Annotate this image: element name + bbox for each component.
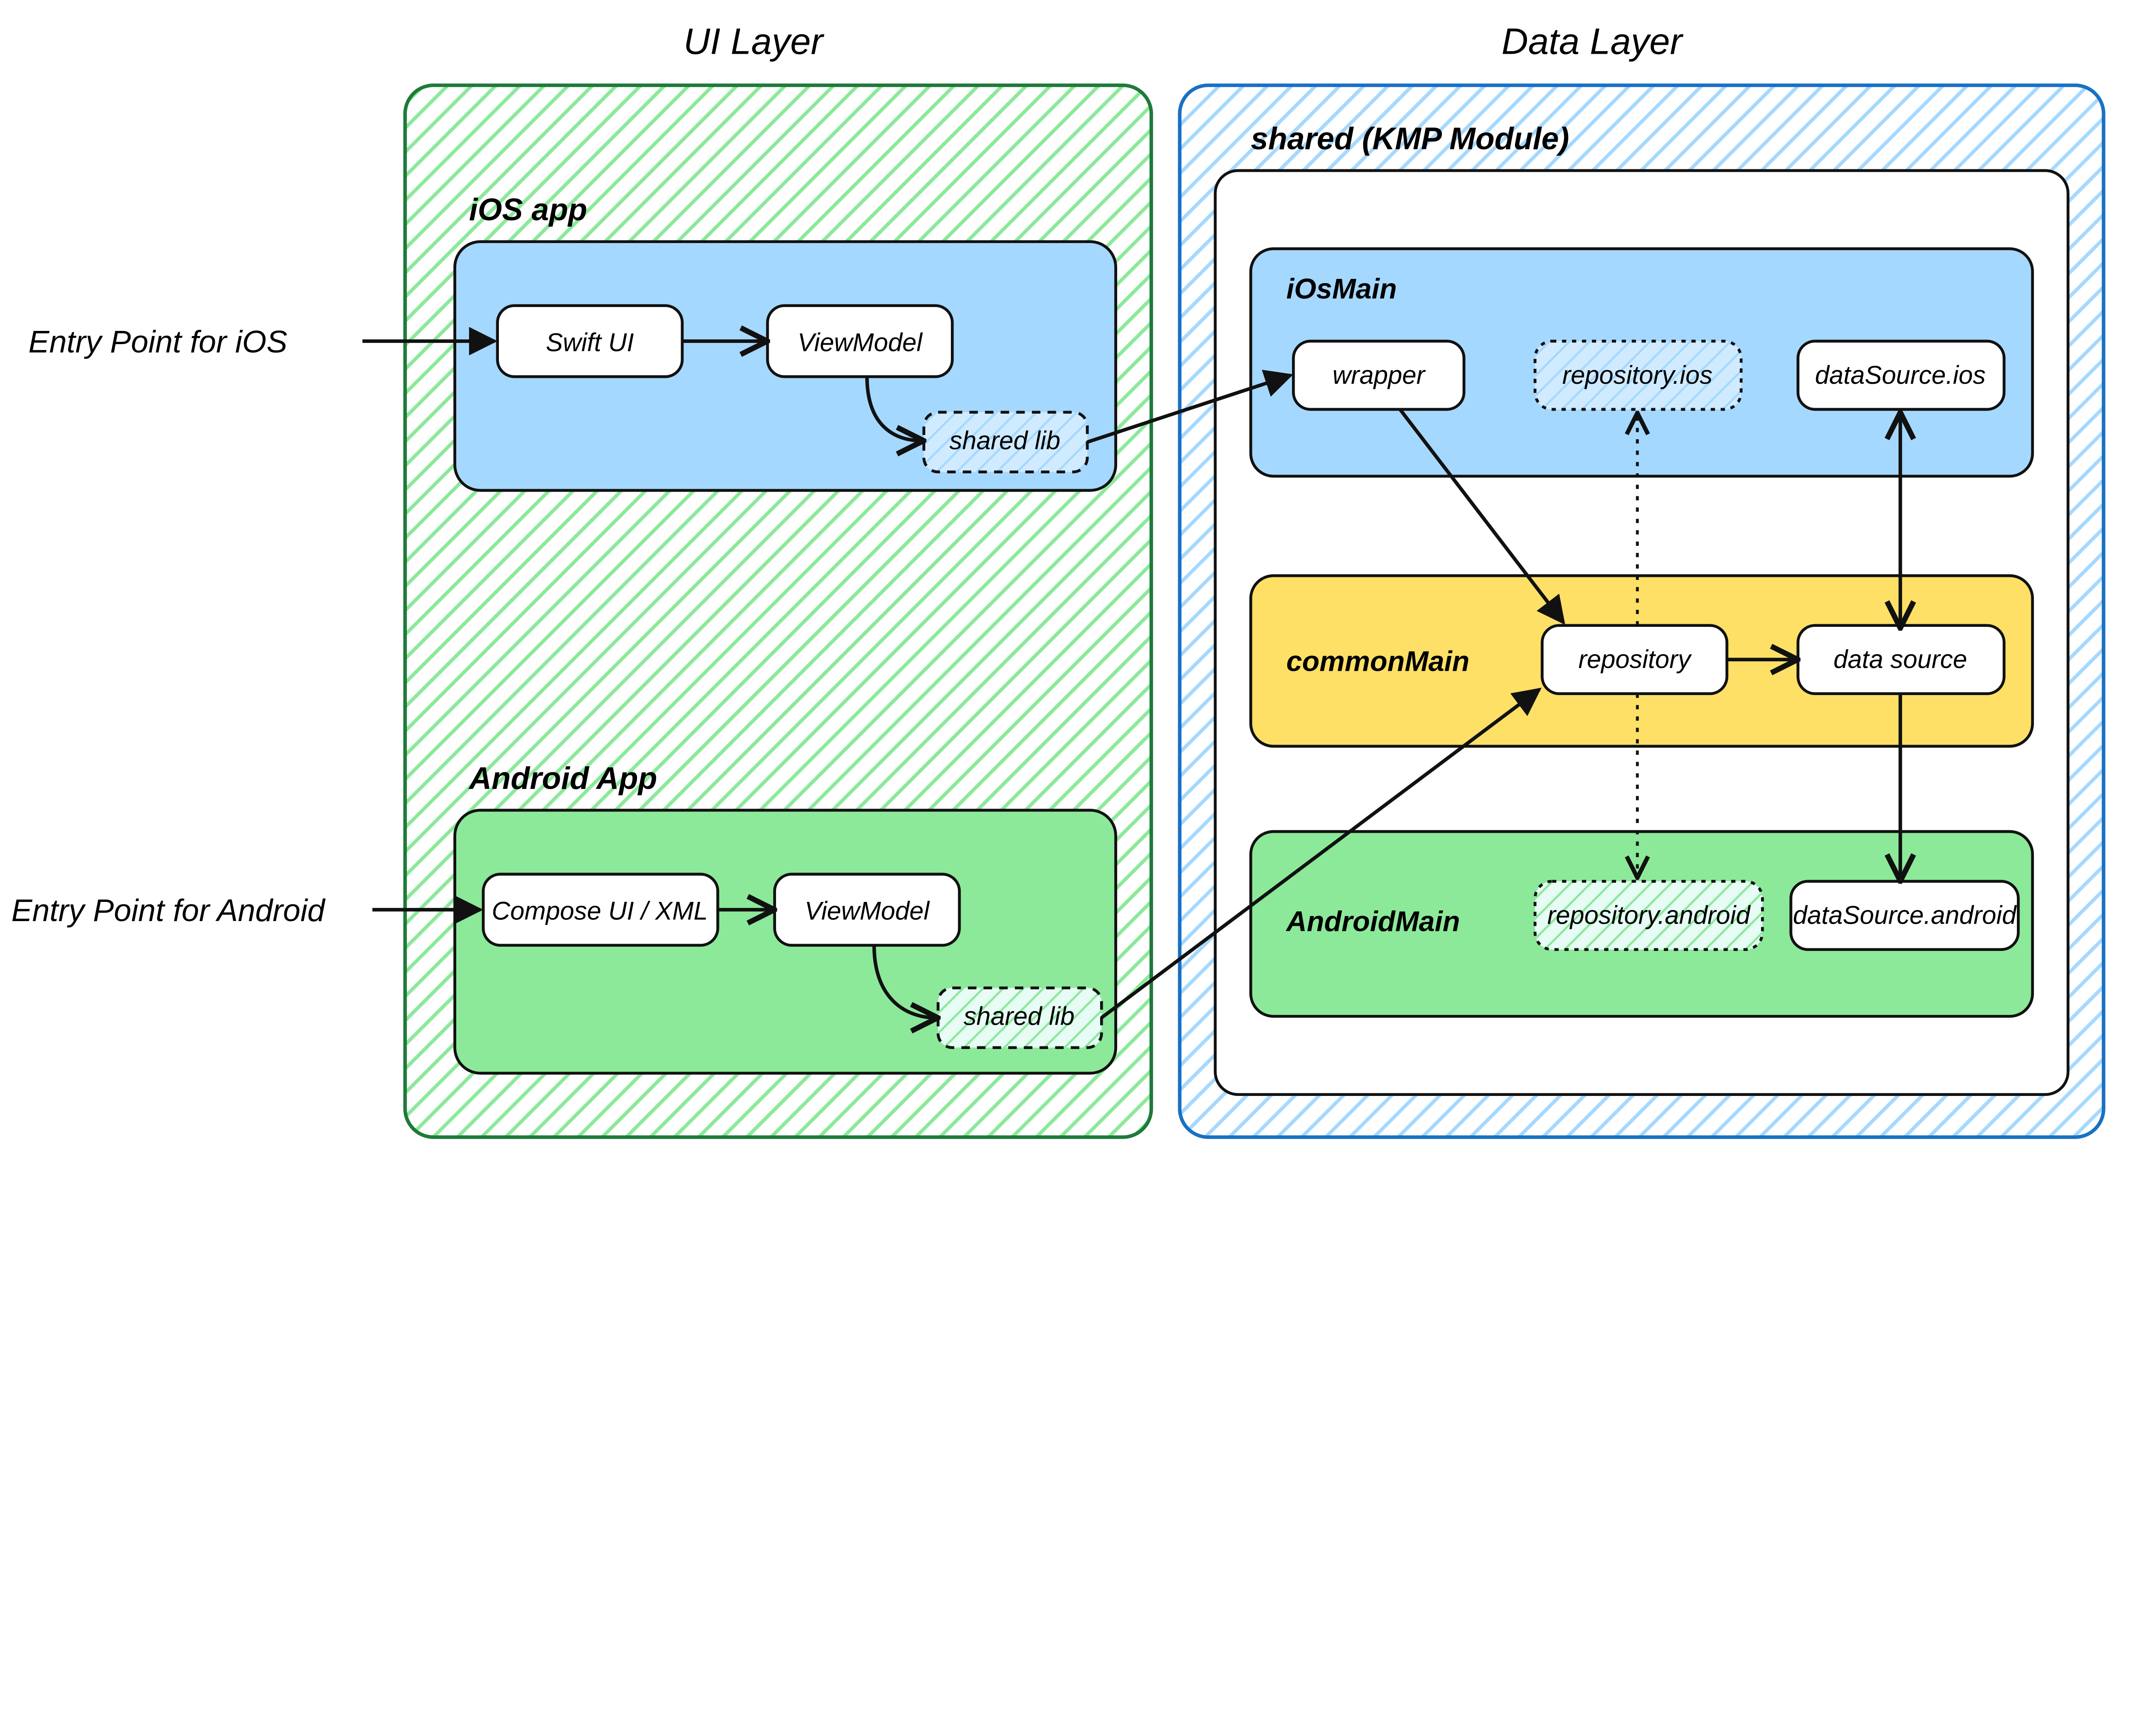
datasource-ios-label: dataSource.ios xyxy=(1815,361,1986,389)
commonmain-title: commonMain xyxy=(1286,646,1470,677)
androidmain-title: AndroidMain xyxy=(1286,906,1460,937)
android-viewmodel-label: ViewModel xyxy=(805,897,930,925)
wrapper-label: wrapper xyxy=(1332,361,1426,389)
repository-android-label: repository.android xyxy=(1547,901,1751,930)
shared-module-title: shared (KMP Module) xyxy=(1251,121,1569,156)
entry-android-label: Entry Point for Android xyxy=(12,893,326,928)
ios-viewmodel-label: ViewModel xyxy=(798,328,923,356)
swift-ui-label: Swift UI xyxy=(546,328,634,356)
ios-shared-lib-label: shared lib xyxy=(950,426,1060,455)
architecture-diagram: UI Layer Data Layer shared (KMP Module) … xyxy=(0,0,2132,1165)
datasource-android-label: dataSource.android xyxy=(1793,901,2017,930)
data-layer-title: Data Layer xyxy=(1501,21,1683,62)
repository-label: repository xyxy=(1579,645,1692,674)
repository-ios-label: repository.ios xyxy=(1562,361,1712,389)
entry-ios-label: Entry Point for iOS xyxy=(29,325,287,359)
android-shared-lib-label: shared lib xyxy=(964,1002,1075,1030)
iosmain-title: iOsMain xyxy=(1286,273,1397,305)
ios-app-title: iOS app xyxy=(469,192,587,227)
datasource-label: data source xyxy=(1834,645,1967,674)
android-app-title: Android App xyxy=(468,761,657,796)
ui-layer-title: UI Layer xyxy=(684,21,825,62)
compose-ui-label: Compose UI / XML xyxy=(492,897,708,925)
